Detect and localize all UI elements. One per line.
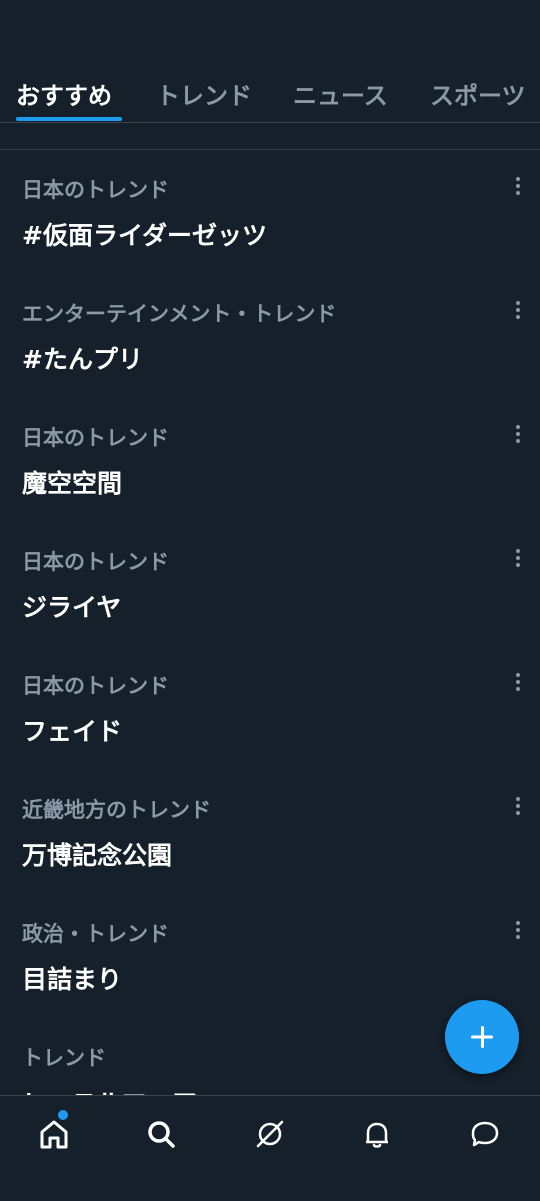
trend-item[interactable]: 近畿地方のトレンド 万博記念公園 xyxy=(0,770,540,894)
more-vertical-icon[interactable] xyxy=(514,920,522,940)
trend-context: 日本のトレンド xyxy=(22,178,169,202)
more-vertical-icon[interactable] xyxy=(514,300,522,320)
more-vertical-icon[interactable] xyxy=(514,796,522,816)
nav-notifications[interactable] xyxy=(357,1114,397,1154)
nav-grok[interactable] xyxy=(250,1114,290,1154)
trend-item[interactable]: 日本のトレンド #仮面ライダーゼッツ xyxy=(0,150,540,274)
trend-context: エンターテインメント・トレンド xyxy=(22,302,337,326)
trend-name: 魔空空間 xyxy=(22,469,123,498)
tab-recommended[interactable]: おすすめ xyxy=(16,76,112,111)
trend-name: 万博記念公園 xyxy=(22,841,173,870)
trend-context: 日本のトレンド xyxy=(22,426,169,450)
messages-icon xyxy=(471,1121,499,1147)
more-vertical-icon[interactable] xyxy=(514,672,522,692)
bottom-navigation xyxy=(0,1095,540,1201)
bell-icon xyxy=(366,1122,388,1148)
search-icon xyxy=(148,1121,175,1148)
active-tab-indicator xyxy=(16,117,122,121)
trend-context: トレンド xyxy=(22,1046,106,1070)
nav-messages[interactable] xyxy=(465,1114,505,1154)
trend-item[interactable]: 日本のトレンド ジライヤ xyxy=(0,522,540,646)
trend-context: 近畿地方のトレンド xyxy=(22,798,211,822)
nav-home[interactable] xyxy=(34,1114,74,1154)
trend-name: #たんプリ xyxy=(22,345,143,374)
more-vertical-icon[interactable] xyxy=(514,176,522,196)
trend-item[interactable]: 日本のトレンド 魔空空間 xyxy=(0,398,540,522)
trend-name: 目詰まり xyxy=(22,965,123,994)
more-vertical-icon[interactable] xyxy=(514,424,522,444)
trend-list: 日本のトレンド #仮面ライダーゼッツ エンターテインメント・トレンド #たんプリ… xyxy=(0,150,540,1095)
trend-context: 日本のトレンド xyxy=(22,674,169,698)
compose-button[interactable] xyxy=(445,1000,519,1074)
tab-trending[interactable]: トレンド xyxy=(156,76,252,111)
trend-context: 政治・トレンド xyxy=(22,922,169,946)
trend-name: レッスルマニア xyxy=(22,1084,197,1095)
explore-tab-bar: おすすめ トレンド ニュース スポーツ xyxy=(0,60,540,123)
trend-item[interactable]: エンターテインメント・トレンド #たんプリ xyxy=(0,274,540,398)
trend-name: #仮面ライダーゼッツ xyxy=(22,221,267,250)
grok-icon xyxy=(256,1120,284,1148)
notification-dot xyxy=(58,1110,68,1120)
tab-news[interactable]: ニュース xyxy=(293,76,388,111)
trend-context: 日本のトレンド xyxy=(22,550,169,574)
trend-item[interactable]: 日本のトレンド フェイド xyxy=(0,646,540,770)
trend-name: ジライヤ xyxy=(22,593,122,622)
plus-icon xyxy=(471,1026,493,1048)
tab-sports[interactable]: スポーツ xyxy=(430,76,526,111)
more-vertical-icon[interactable] xyxy=(514,548,522,568)
trend-name: フェイド xyxy=(22,717,123,746)
nav-search[interactable] xyxy=(141,1114,181,1154)
home-icon xyxy=(40,1120,68,1149)
